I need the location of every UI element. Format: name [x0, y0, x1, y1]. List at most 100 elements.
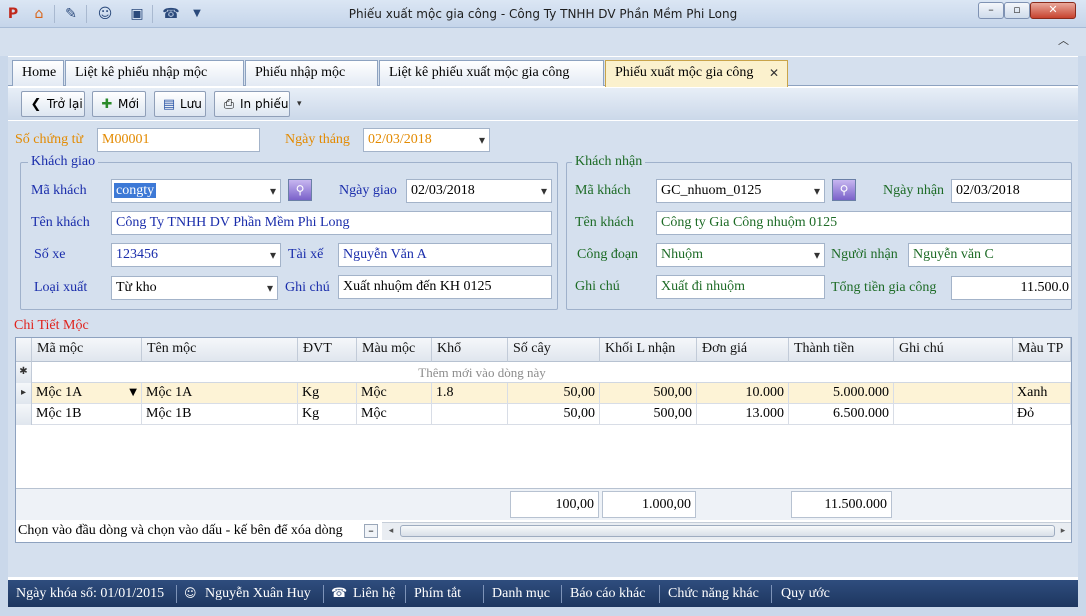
sender-search-icon[interactable]: ⚲	[288, 179, 312, 201]
cell-note[interactable]	[894, 404, 1013, 425]
cell-volume[interactable]: 500,00	[600, 383, 697, 404]
processing-total-label: Tổng tiền gia công	[831, 280, 937, 295]
cell-unit[interactable]: Kg	[298, 383, 357, 404]
cell-amount[interactable]: 5.000.000	[789, 383, 894, 404]
home-icon[interactable]: ⌂	[30, 5, 48, 23]
vehicle-combo[interactable]: 123456	[111, 243, 281, 267]
col-header[interactable]: Tên mộc	[142, 338, 298, 362]
cell-price[interactable]: 13.000	[697, 404, 789, 425]
tab-home[interactable]: Home	[12, 60, 64, 86]
cell-final-color[interactable]: Xanh	[1013, 383, 1071, 404]
contact-link[interactable]: Liên hệ	[353, 580, 395, 607]
cell-count[interactable]: 50,00	[508, 404, 600, 425]
col-header[interactable]: Đơn giá	[697, 338, 789, 362]
maximize-button[interactable]: ▫	[1004, 2, 1030, 19]
rules-menu[interactable]: Quy ước	[781, 580, 830, 607]
reports-menu[interactable]: Báo cáo khác	[570, 580, 645, 607]
cell-width[interactable]: 1.8	[432, 383, 508, 404]
voucher-number-field[interactable]: M00001	[97, 128, 260, 152]
receiver-date-picker[interactable]: 02/03/2018	[951, 179, 1072, 203]
cell-final-color[interactable]: Đỏ	[1013, 404, 1071, 425]
col-header[interactable]: ĐVT	[298, 338, 357, 362]
close-tab-icon[interactable]: ✕	[769, 61, 779, 85]
dropdown-arrow-icon[interactable]: ▼	[129, 383, 137, 403]
current-row-indicator-icon[interactable]: ▸	[16, 383, 32, 404]
sender-legend: Khách giao	[28, 154, 99, 170]
stage-combo[interactable]: Nhuộm	[656, 243, 825, 267]
cell-name[interactable]: Mộc 1B	[142, 404, 298, 425]
scroll-right-icon[interactable]: ▸	[1057, 523, 1069, 539]
sender-date-picker[interactable]: 02/03/2018	[406, 179, 552, 203]
divider	[561, 585, 562, 603]
sender-code-combo[interactable]: congty	[111, 179, 281, 203]
shortcuts-menu[interactable]: Phím tắt	[414, 580, 461, 607]
row-header[interactable]	[16, 404, 32, 425]
col-header[interactable]: Màu mộc	[357, 338, 432, 362]
new-row-hint: Thêm mới vào dòng này	[418, 365, 546, 380]
cell-code[interactable]: Mộc 1B	[32, 404, 142, 425]
sender-name-field[interactable]: Công Ty TNHH DV Phần Mềm Phi Long	[111, 211, 552, 235]
cell-unit[interactable]: Kg	[298, 404, 357, 425]
toolbar-overflow-icon[interactable]: ▾	[297, 99, 307, 115]
collapse-ribbon-icon[interactable]: ︿	[1058, 34, 1072, 48]
customize-quick-access-icon[interactable]: ▼	[188, 5, 206, 23]
col-header[interactable]: Thành tiền	[789, 338, 894, 362]
cell-text: Mộc 1A	[36, 385, 83, 400]
voucher-date-picker[interactable]: 02/03/2018	[363, 128, 490, 152]
export-type-combo[interactable]: Từ kho	[111, 276, 278, 300]
cell-count[interactable]: 50,00	[508, 383, 600, 404]
print-button[interactable]: ⎙ In phiếu	[214, 91, 290, 117]
driver-field[interactable]: Nguyễn Văn A	[338, 243, 552, 267]
minimize-button[interactable]: –	[978, 2, 1004, 19]
receiver-name-field[interactable]: Công ty Gia Công nhuộm 0125	[656, 211, 1072, 235]
voucher-date-label: Ngày tháng	[285, 132, 350, 147]
users-icon[interactable]: ☺	[96, 5, 114, 23]
tab-import-voucher[interactable]: Phiếu nhập mộc	[245, 60, 378, 86]
receiver-note-label: Ghi chú	[575, 279, 620, 294]
col-header[interactable]: Khối L nhận	[600, 338, 697, 362]
cell-amount[interactable]: 6.500.000	[789, 404, 894, 425]
cell-price[interactable]: 10.000	[697, 383, 789, 404]
cell-code[interactable]: Mộc 1A ▼	[32, 383, 142, 404]
col-header[interactable]: Khổ	[432, 338, 508, 362]
cell-name[interactable]: Mộc 1A	[142, 383, 298, 404]
col-header[interactable]: Ghi chú	[894, 338, 1013, 362]
col-header[interactable]: Mã mộc	[32, 338, 142, 362]
app-logo-icon: P	[7, 6, 19, 22]
cell-color[interactable]: Mộc	[357, 383, 432, 404]
cell-width[interactable]	[432, 404, 508, 425]
tab-import-list[interactable]: Liệt kê phiếu nhập mộc	[65, 60, 244, 86]
new-button[interactable]: ✚ Mới	[92, 91, 146, 117]
tab-export-voucher[interactable]: Phiếu xuất mộc gia công ✕	[605, 60, 788, 87]
tab-export-list[interactable]: Liệt kê phiếu xuất mộc gia công	[379, 60, 604, 86]
col-header[interactable]: Màu TP	[1013, 338, 1071, 362]
receiver-person-field[interactable]: Nguyễn văn C	[908, 243, 1072, 267]
divider	[323, 585, 324, 603]
processing-total-field[interactable]: 11.500.0	[951, 276, 1072, 300]
cell-note[interactable]	[894, 383, 1013, 404]
collapse-hint-button[interactable]: –	[364, 524, 378, 538]
user-name[interactable]: Nguyễn Xuân Huy	[205, 580, 311, 607]
video-icon[interactable]: ▣	[128, 5, 146, 23]
receiver-date-label: Ngày nhận	[883, 183, 945, 198]
grid-corner	[16, 338, 32, 362]
back-button[interactable]: ❮ Trở lại	[21, 91, 85, 117]
tab-label: Phiếu nhập mộc	[255, 65, 346, 80]
phone-icon[interactable]: ☎	[162, 5, 180, 23]
sender-note-field[interactable]: Xuất nhuộm đến KH 0125	[338, 275, 552, 299]
close-window-button[interactable]: ✕	[1030, 2, 1076, 19]
receiver-code-combo[interactable]: GC_nhuom_0125	[656, 179, 825, 203]
receiver-note-field[interactable]: Xuất đi nhuộm	[656, 275, 825, 299]
scroll-left-icon[interactable]: ◂	[385, 523, 397, 539]
receiver-search-icon[interactable]: ⚲	[832, 179, 856, 201]
scrollbar-thumb[interactable]	[400, 525, 1055, 537]
tools-icon[interactable]: ✎	[62, 5, 80, 23]
cell-volume[interactable]: 500,00	[600, 404, 697, 425]
cell-color[interactable]: Mộc	[357, 404, 432, 425]
save-button[interactable]: ▤ Lưu	[154, 91, 206, 117]
functions-menu[interactable]: Chức năng khác	[668, 580, 759, 607]
col-header[interactable]: Số cây	[508, 338, 600, 362]
printer-icon: ⎙	[223, 97, 235, 112]
phone-icon: ☎	[331, 586, 348, 601]
catalog-menu[interactable]: Danh mục	[492, 580, 550, 607]
